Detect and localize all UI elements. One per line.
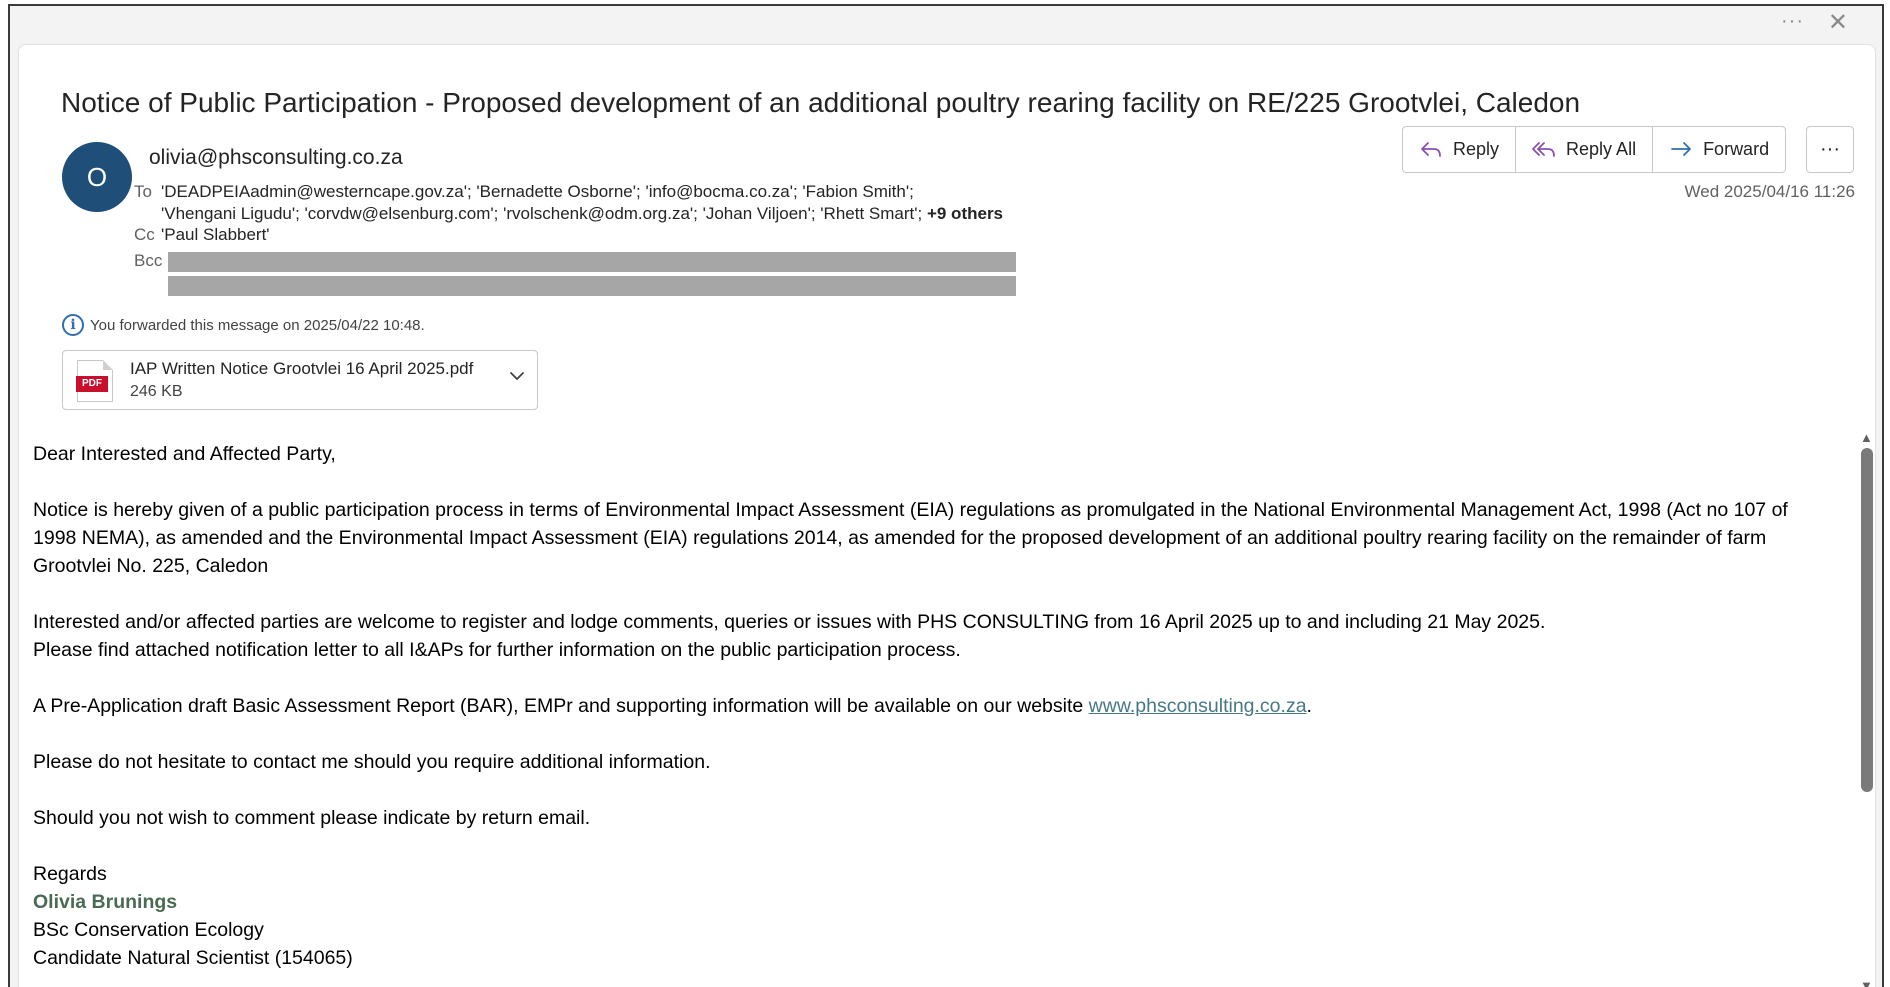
cc-label: Cc bbox=[134, 225, 155, 244]
body-paragraph-1: Notice is hereby given of a public parti… bbox=[33, 499, 1788, 577]
reply-button[interactable]: Reply bbox=[1403, 127, 1517, 172]
signature: Regards Olivia Brunings BSc Conservation… bbox=[33, 860, 1828, 972]
to-others-link[interactable]: +9 others bbox=[927, 204, 1003, 223]
chevron-down-icon[interactable] bbox=[509, 369, 525, 387]
signature-line-1: BSc Conservation Ecology bbox=[33, 919, 264, 941]
cc-recipients[interactable]: 'Paul Slabbert' bbox=[161, 225, 270, 245]
reply-label: Reply bbox=[1453, 139, 1500, 159]
bcc-redaction-bar bbox=[168, 252, 1016, 272]
forward-label: Forward bbox=[1703, 139, 1770, 159]
reply-all-label: Reply All bbox=[1566, 139, 1637, 159]
body-paragraph-5: Should you not wish to comment please in… bbox=[33, 807, 591, 829]
body-paragraph-2: Interested and/or affected parties are w… bbox=[33, 608, 1828, 664]
body-paragraph-3-end: . bbox=[1306, 695, 1312, 717]
forward-icon bbox=[1671, 141, 1691, 156]
sender-address[interactable]: olivia@phsconsulting.co.za bbox=[149, 146, 403, 170]
received-date: Wed 2025/04/16 11:26 bbox=[1684, 182, 1855, 201]
to-recipients-line2-text: 'Vhengani Ligudu'; 'corvdw@elsenburg.com… bbox=[161, 204, 923, 223]
message-body: Dear Interested and Affected Party, Noti… bbox=[33, 440, 1828, 972]
forward-button[interactable]: Forward bbox=[1653, 127, 1785, 172]
email-subject: Notice of Public Participation - Propose… bbox=[61, 87, 1581, 118]
signature-line-2: Candidate Natural Scientist (154065) bbox=[33, 947, 353, 969]
regards: Regards bbox=[33, 863, 107, 885]
title-bar: ··· ✕ bbox=[10, 6, 1882, 40]
pdf-file-icon: PDF bbox=[76, 360, 113, 402]
attachment-name: IAP Written Notice Grootvlei 16 April 20… bbox=[130, 359, 474, 378]
sender-avatar[interactable]: O bbox=[62, 142, 132, 212]
scroll-up-arrow-icon[interactable]: ▲ bbox=[1860, 430, 1873, 445]
attachment-card[interactable]: PDF IAP Written Notice Grootvlei 16 Apri… bbox=[62, 350, 538, 410]
forwarded-info: i You forwarded this message on 2025/04/… bbox=[62, 314, 425, 336]
reply-icon bbox=[1421, 141, 1441, 157]
body-paragraph-2-line-2: Please find attached notification letter… bbox=[33, 639, 961, 661]
scroll-down-arrow-icon[interactable]: ▼ bbox=[1860, 978, 1873, 987]
signature-name: Olivia Brunings bbox=[33, 891, 178, 913]
body-paragraph-3: A Pre-Application draft Basic Assessment… bbox=[33, 692, 1828, 720]
to-label: To bbox=[134, 182, 152, 201]
pdf-badge: PDF bbox=[76, 376, 108, 392]
info-icon: i bbox=[62, 314, 84, 336]
more-actions-button[interactable]: ··· bbox=[1806, 126, 1854, 173]
message-actions: Reply Reply All Forward bbox=[1402, 126, 1787, 173]
close-icon[interactable]: ✕ bbox=[1828, 8, 1848, 37]
scrollbar-thumb[interactable] bbox=[1861, 448, 1873, 792]
reply-all-button[interactable]: Reply All bbox=[1516, 127, 1654, 172]
to-recipients-line2[interactable]: 'Vhengani Ligudu'; 'corvdw@elsenburg.com… bbox=[161, 204, 1003, 224]
window-more-icon[interactable]: ··· bbox=[1781, 10, 1804, 33]
bcc-label: Bcc bbox=[134, 251, 163, 270]
body-paragraph-3-text: A Pre-Application draft Basic Assessment… bbox=[33, 695, 1089, 717]
forwarded-info-text: You forwarded this message on 2025/04/22… bbox=[90, 316, 425, 334]
avatar-initial: O bbox=[86, 161, 108, 192]
bcc-redaction-bar bbox=[168, 276, 1016, 296]
body-paragraph-2-line-1: Interested and/or affected parties are w… bbox=[33, 611, 1546, 633]
reply-all-icon bbox=[1532, 141, 1555, 157]
greeting: Dear Interested and Affected Party, bbox=[33, 443, 336, 465]
website-link[interactable]: www.phsconsulting.co.za bbox=[1089, 695, 1307, 717]
body-paragraph-4: Please do not hesitate to contact me sho… bbox=[33, 751, 711, 773]
attachment-size: 246 KB bbox=[130, 383, 183, 400]
to-recipients-line1[interactable]: 'DEADPEIAadmin@westerncape.gov.za'; 'Ber… bbox=[161, 182, 914, 202]
